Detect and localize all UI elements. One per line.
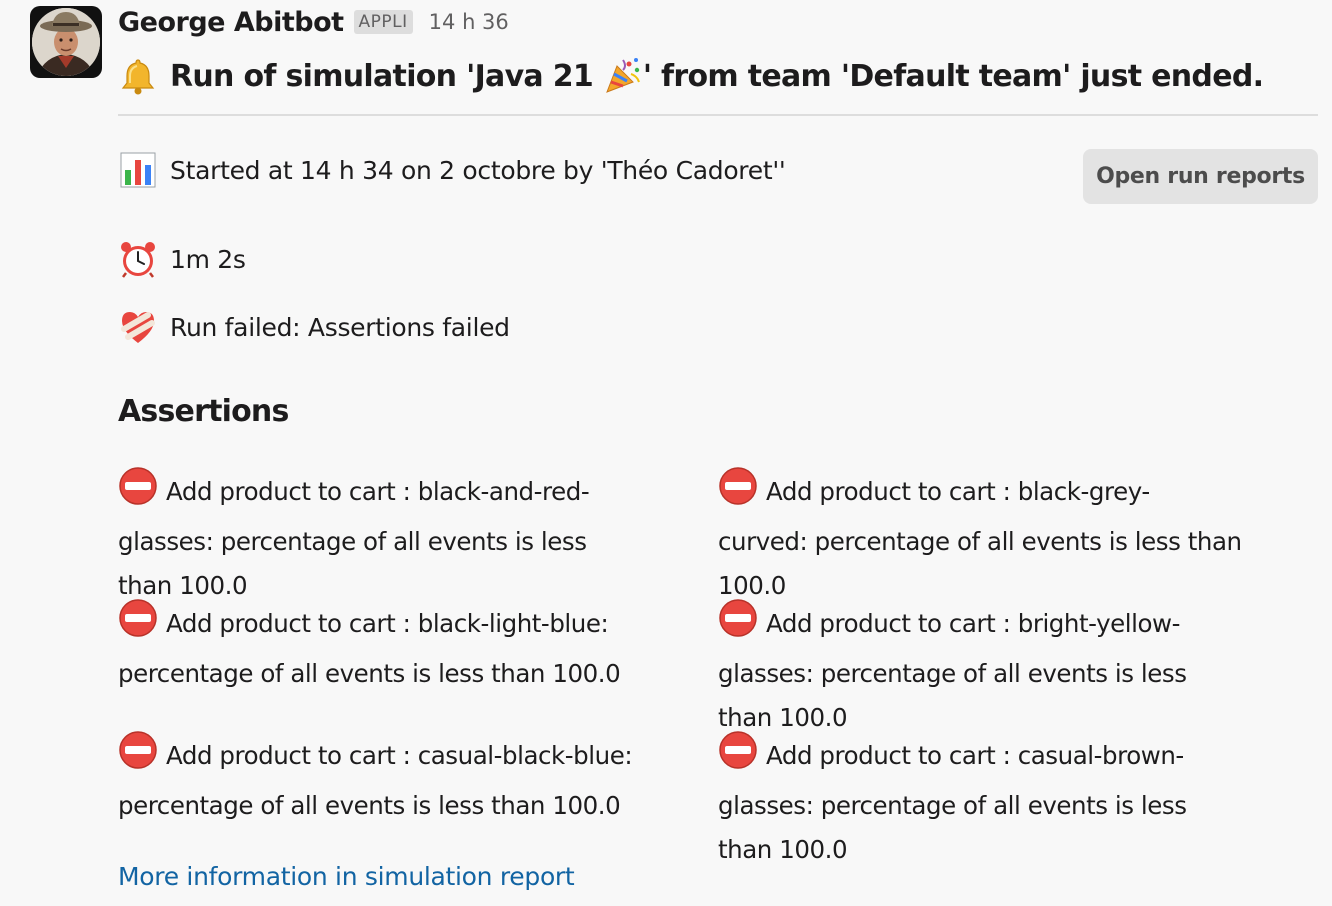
assertion-text: Add product to cart : black-grey- [766, 477, 1150, 506]
assertion-line: Add product to cart : casual-brown- [718, 730, 1187, 784]
bell-icon [116, 54, 160, 98]
assertions-title: Assertions [118, 394, 289, 429]
divider [118, 114, 1318, 116]
assertion-item: Add product to cart : bright-yellow-glas… [718, 598, 1187, 740]
message: George Abitbot APPLI 14 h 36 Run of simu… [0, 0, 1332, 906]
bar-chart-icon [116, 148, 160, 192]
assertion-line: Add product to cart : black-light-blue: [118, 598, 620, 652]
party-popper-icon [603, 54, 643, 98]
assertion-line: glasses: percentage of all events is les… [718, 652, 1187, 696]
message-header: George Abitbot APPLI 14 h 36 [118, 2, 509, 42]
assertion-line: glasses: percentage of all events is les… [118, 520, 589, 564]
open-run-reports-button[interactable]: Open run reports [1083, 149, 1318, 204]
assertion-line: Add product to cart : bright-yellow- [718, 598, 1187, 652]
message-headline: Run of simulation 'Java 21 ' from team '… [116, 50, 1264, 102]
status-text: Run failed: Assertions failed [170, 312, 510, 342]
status-line: Run failed: Assertions failed [116, 305, 510, 349]
assertion-text: Add product to cart : casual-brown- [766, 741, 1184, 770]
assertion-text: 100.0 [718, 571, 786, 600]
assertion-line: percentage of all events is less than 10… [118, 652, 621, 696]
assertion-text: glasses: percentage of all events is les… [718, 791, 1187, 820]
duration-line: 1m 2s [116, 237, 246, 281]
alarm-clock-icon [116, 237, 160, 281]
no-entry-icon [118, 598, 158, 652]
no-entry-icon [118, 730, 158, 784]
no-entry-icon [118, 466, 158, 520]
assertion-text: than 100.0 [718, 835, 848, 864]
assertion-line: percentage of all events is less than 10… [118, 784, 632, 828]
assertion-line: Add product to cart : black-grey- [718, 466, 1242, 520]
app-badge: APPLI [353, 10, 413, 34]
headline-text-start: Run of simulation 'Java 21 [170, 58, 603, 94]
assertion-text: than 100.0 [718, 703, 848, 732]
assertion-item: Add product to cart : casual-brown-glass… [718, 730, 1187, 872]
headline-text-end: ' from team 'Default team' just ended. [642, 58, 1264, 94]
assertion-text: Add product to cart : black-and-red- [166, 477, 590, 506]
avatar[interactable] [30, 6, 102, 78]
assertion-line: than 100.0 [718, 828, 1187, 872]
assertion-line: glasses: percentage of all events is les… [718, 784, 1187, 828]
no-entry-icon [718, 598, 758, 652]
assertion-item: Add product to cart : black-light-blue: p… [118, 598, 621, 696]
assertion-item: Add product to cart : casual-black-blue:… [118, 730, 633, 828]
message-timestamp[interactable]: 14 h 36 [429, 10, 509, 34]
mending-heart-icon [116, 305, 160, 349]
assertion-text: curved: percentage of all events is less… [718, 527, 1242, 556]
started-text: Started at 14 h 34 on 2 octobre by 'Théo… [170, 155, 786, 185]
no-entry-icon [718, 466, 758, 520]
assertion-text: glasses: percentage of all events is les… [118, 527, 587, 556]
assertion-text: percentage of all events is less than 10… [118, 791, 621, 820]
assertion-text: Add product to cart : casual-black-blue: [166, 741, 633, 770]
assertion-item: Add product to cart : black-and-red-glas… [118, 466, 590, 608]
assertion-text: glasses: percentage of all events is les… [718, 659, 1187, 688]
assertion-text: than 100.0 [118, 571, 248, 600]
no-entry-icon [718, 730, 758, 784]
sender-name[interactable]: George Abitbot [118, 7, 344, 38]
assertion-text: Add product to cart : bright-yellow- [766, 609, 1180, 638]
assertion-item: Add product to cart : black-grey-curved:… [718, 466, 1242, 608]
assertion-text: percentage of all events is less than 10… [118, 659, 621, 688]
assertion-line: curved: percentage of all events is less… [718, 520, 1242, 564]
assertion-line: Add product to cart : casual-black-blue: [118, 730, 633, 784]
assertion-line: Add product to cart : black-and-red- [118, 466, 590, 520]
assertion-text: Add product to cart : black-light-blue: [166, 609, 609, 638]
duration-text: 1m 2s [170, 244, 246, 274]
started-line: Started at 14 h 34 on 2 octobre by 'Théo… [116, 148, 786, 192]
simulation-report-link[interactable]: More information in simulation report [118, 862, 575, 891]
